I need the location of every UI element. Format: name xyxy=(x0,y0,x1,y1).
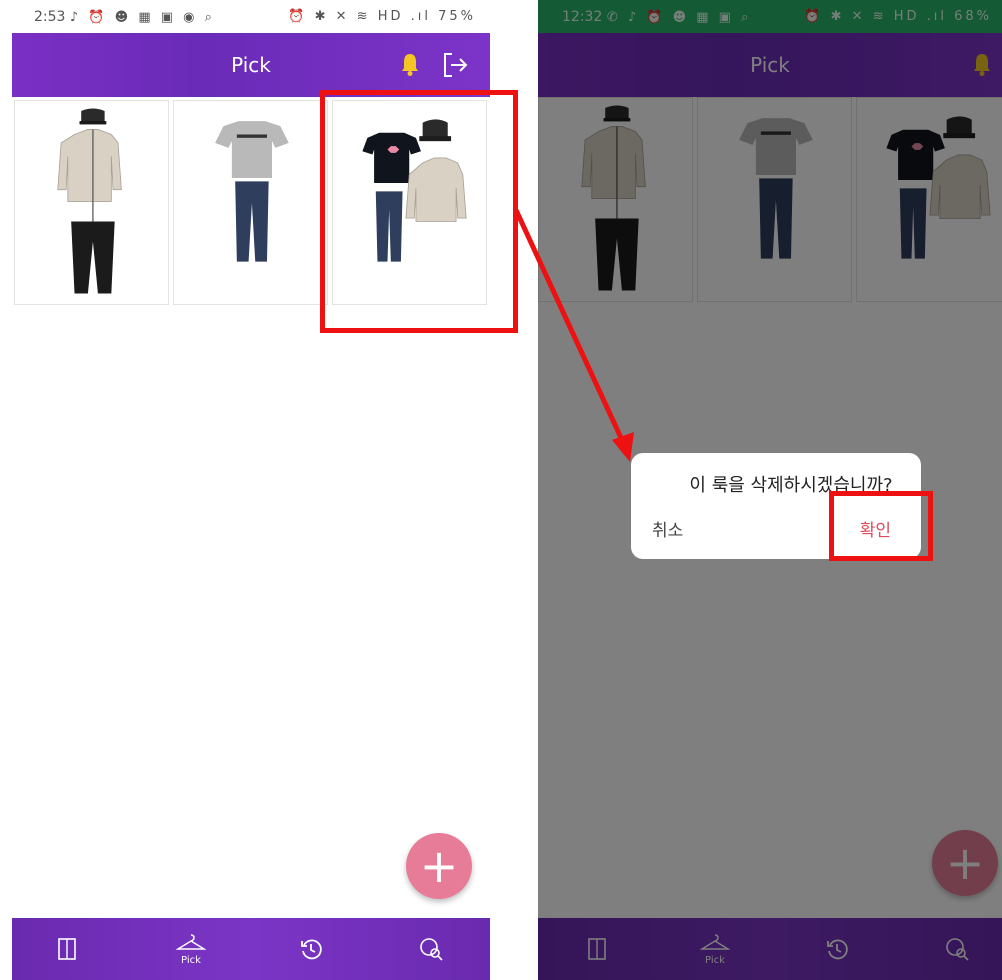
annotation-arrow-icon xyxy=(513,208,634,462)
